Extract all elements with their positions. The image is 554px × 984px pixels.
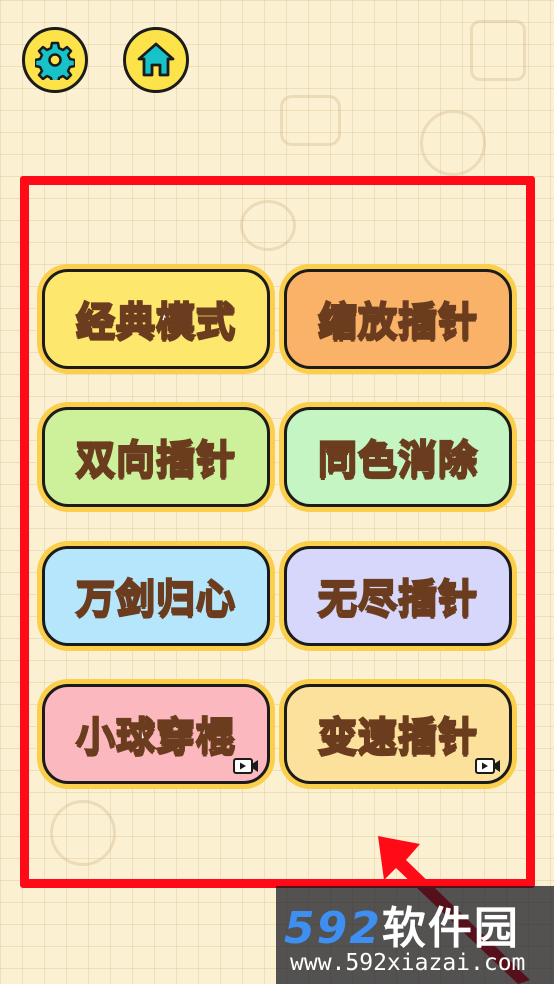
site-watermark: 592软件园 www.592xiazai.com — [276, 886, 554, 984]
settings-button[interactable] — [22, 27, 88, 93]
watermark-title: 592软件园 — [284, 892, 520, 956]
mode-button-endless-pin[interactable]: 无尽插针 — [284, 546, 512, 646]
background-doodle — [420, 110, 486, 176]
mode-button-same-color[interactable]: 同色消除 — [284, 407, 512, 507]
house-icon — [137, 42, 175, 77]
video-ad-icon — [233, 758, 258, 774]
mode-label: 无尽插针 — [317, 576, 478, 623]
mode-button-swords[interactable]: 万剑归心 — [42, 546, 270, 646]
mode-label: 同色消除 — [317, 437, 478, 484]
mode-button-ball-stick[interactable]: 小球穿棍 — [42, 684, 270, 784]
home-button[interactable] — [123, 27, 189, 93]
mode-button-speed-pin[interactable]: 变速插针 — [284, 684, 512, 784]
mode-button-zoom-pin[interactable]: 缩放插针 — [284, 269, 512, 369]
mode-label: 小球穿棍 — [75, 714, 236, 761]
mode-label: 双向插针 — [75, 437, 236, 484]
watermark-url: www.592xiazai.com — [290, 950, 526, 976]
mode-button-two-way-pin[interactable]: 双向插针 — [42, 407, 270, 507]
mode-label: 变速插针 — [317, 714, 478, 761]
watermark-name: 软件园 — [381, 903, 520, 954]
background-doodle — [280, 95, 341, 146]
mode-button-classic[interactable]: 经典模式 — [42, 269, 270, 369]
mode-label: 万剑归心 — [75, 576, 236, 623]
mode-label: 经典模式 — [75, 299, 236, 346]
background-doodle — [470, 20, 526, 81]
watermark-number: 592 — [284, 903, 382, 954]
mode-label: 缩放插针 — [317, 299, 478, 346]
gear-icon — [35, 41, 75, 80]
video-ad-icon — [475, 758, 500, 774]
